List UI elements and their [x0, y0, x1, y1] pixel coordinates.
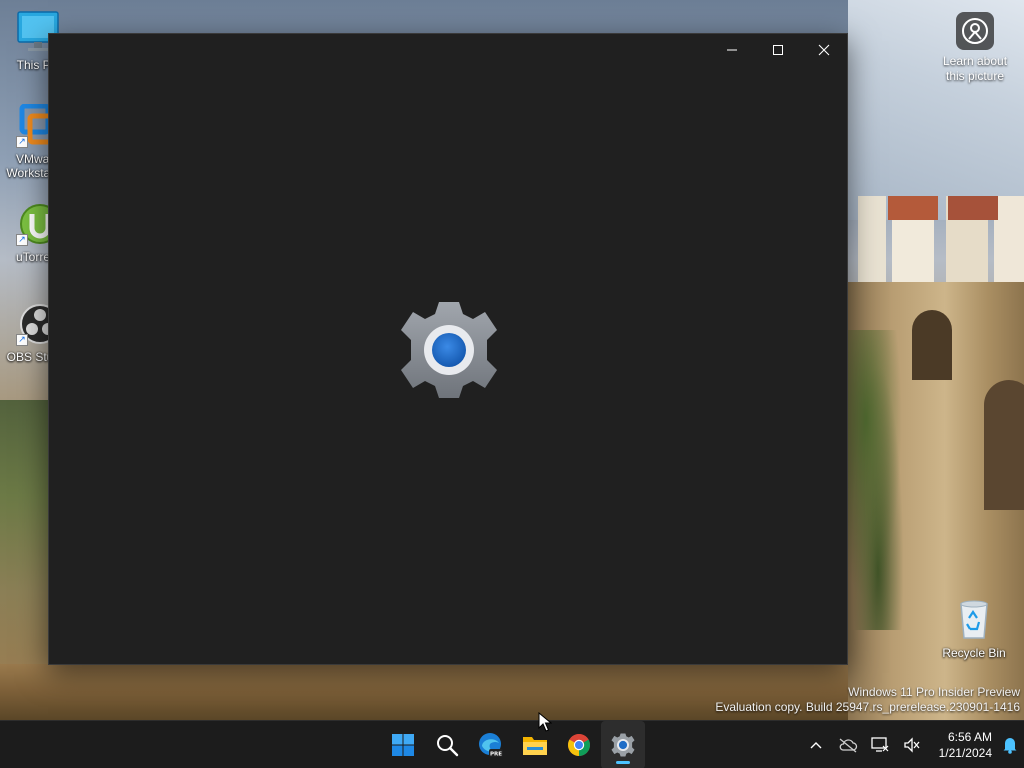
edge-dev-icon: PRE: [479, 733, 503, 758]
taskbar-edge-dev[interactable]: PRE: [469, 721, 513, 768]
clock-time: 6:56 AM: [947, 730, 992, 744]
chevron-up-icon: [810, 742, 822, 749]
maximize-icon: [773, 45, 783, 55]
recycle-bin-icon: [952, 598, 996, 642]
wallpaper-greenery: [848, 330, 908, 630]
settings-window[interactable]: [48, 33, 848, 665]
volume-muted-icon: [904, 737, 920, 753]
close-icon: [818, 44, 830, 56]
taskbar-pinned-apps: PRE: [381, 721, 645, 768]
learn-about-picture[interactable]: Learn about this picture: [936, 12, 1014, 84]
file-explorer-icon: [523, 737, 547, 755]
settings-gear-icon: [611, 733, 635, 757]
gear-icon: [401, 302, 497, 398]
clock-date: 1/21/2024: [938, 746, 992, 760]
watermark-line-1: Windows 11 Pro Insider Preview: [848, 685, 1020, 699]
search-icon: [437, 735, 459, 757]
notifications-button[interactable]: [996, 721, 1024, 768]
taskbar: PRE 6:56 AM 1/21/2024: [0, 720, 1024, 768]
system-tray: 6:56 AM 1/21/2024: [800, 721, 1024, 768]
shortcut-arrow-icon: ↗: [16, 234, 28, 246]
onedrive-button[interactable]: [832, 721, 864, 768]
wallpaper-arch-large: [984, 380, 1024, 510]
network-icon: [871, 737, 889, 752]
edge-badge: PRE: [490, 752, 502, 758]
wallpaper-town: [848, 196, 1024, 288]
taskbar-chrome[interactable]: [557, 721, 601, 768]
mouse-cursor-icon: [538, 712, 552, 732]
camera-pin-icon: [956, 12, 994, 50]
desktop-icon-recycle-bin[interactable]: Recycle Bin: [936, 598, 1012, 660]
volume-button[interactable]: [896, 721, 928, 768]
shortcut-arrow-icon: ↗: [16, 334, 28, 346]
bell-icon: [1003, 738, 1017, 754]
windows-logo-icon: [392, 734, 414, 756]
wallpaper-arch: [912, 310, 952, 380]
evaluation-watermark: Windows 11 Pro Insider Preview Evaluatio…: [715, 685, 1020, 715]
watermark-line-2: Evaluation copy. Build 25947.rs_prerelea…: [715, 700, 1020, 714]
desktop-icon-label: Recycle Bin: [942, 646, 1006, 660]
close-button[interactable]: [801, 34, 847, 66]
minimize-icon: [727, 49, 737, 51]
start-button[interactable]: [381, 721, 425, 768]
cloud-offline-icon: [839, 738, 858, 753]
taskbar-settings[interactable]: [601, 721, 645, 768]
window-controls: [709, 34, 847, 66]
maximize-button[interactable]: [755, 34, 801, 66]
chrome-icon: [568, 734, 590, 756]
taskbar-clock[interactable]: 6:56 AM 1/21/2024: [928, 729, 996, 761]
shortcut-arrow-icon: ↗: [16, 136, 28, 148]
network-button[interactable]: [864, 721, 896, 768]
show-hidden-icons-button[interactable]: [800, 721, 832, 768]
search-button[interactable]: [425, 721, 469, 768]
learn-about-label: Learn about this picture: [942, 54, 1008, 83]
minimize-button[interactable]: [709, 34, 755, 66]
